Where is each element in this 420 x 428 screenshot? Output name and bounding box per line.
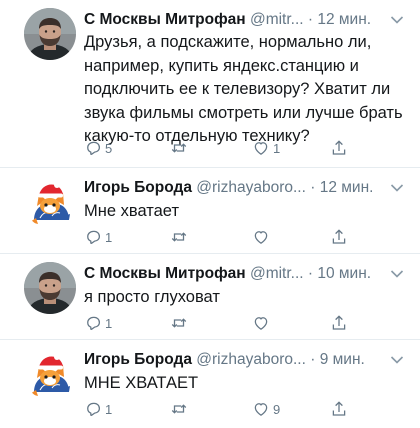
tweet-time[interactable]: · 12 мин. xyxy=(308,11,371,28)
heart-icon xyxy=(252,314,270,332)
tweet-actions: 1 xyxy=(84,312,406,334)
author-name[interactable]: Игорь Борода xyxy=(84,179,192,196)
man-photo-avatar-icon xyxy=(24,8,76,60)
avatar[interactable] xyxy=(24,176,76,228)
chevron-down-icon[interactable] xyxy=(390,182,404,194)
author-handle[interactable]: @rizhayaboro... xyxy=(196,179,306,196)
retweet-button[interactable] xyxy=(170,398,191,420)
tweet-time[interactable]: · 10 мин. xyxy=(308,265,371,282)
tweet-header: Игорь Борода @rizhayaboro... · 9 мин. xyxy=(84,350,406,370)
reply-count: 1 xyxy=(105,229,113,245)
heart-icon xyxy=(252,139,270,157)
share-button[interactable] xyxy=(330,226,348,248)
chevron-down-icon[interactable] xyxy=(390,268,404,280)
like-button[interactable]: 1 xyxy=(252,137,280,159)
tweet-time[interactable]: · 12 мин. xyxy=(310,179,373,196)
reply-button[interactable]: 1 xyxy=(84,398,112,420)
retweet-button[interactable] xyxy=(170,226,191,248)
tweet[interactable]: С Москвы Митрофан @mitr... · 10 мин. я п… xyxy=(0,254,420,340)
like-button[interactable] xyxy=(252,312,273,334)
reply-count: 1 xyxy=(105,315,113,331)
tweet[interactable]: Игорь Борода @rizhayaboro... · 12 мин. М… xyxy=(0,168,420,254)
chevron-down-icon[interactable] xyxy=(390,354,404,366)
tweet[interactable]: С Москвы Митрофан @mitr... · 12 мин. Дру… xyxy=(0,0,420,168)
reply-icon xyxy=(84,139,102,157)
christmas-fox-avatar-icon xyxy=(24,176,76,228)
share-button[interactable] xyxy=(330,137,348,159)
reply-count: 1 xyxy=(105,401,113,417)
chevron-down-icon[interactable] xyxy=(390,14,404,26)
tweet-actions: 1 xyxy=(84,226,406,248)
retweet-button[interactable] xyxy=(170,312,191,334)
tweet-text: Друзья, а подскажите, нормально ли, напр… xyxy=(84,33,403,145)
retweet-button[interactable] xyxy=(170,137,191,159)
tweet-text: Мне хватает xyxy=(84,202,179,220)
retweet-icon xyxy=(170,139,188,157)
share-icon xyxy=(330,228,348,246)
retweet-icon xyxy=(170,400,188,418)
like-count: 9 xyxy=(273,401,281,417)
christmas-fox-avatar-icon xyxy=(24,348,76,400)
reply-button[interactable]: 5 xyxy=(84,137,112,159)
author-name[interactable]: С Москвы Митрофан xyxy=(84,11,246,28)
author-handle[interactable]: @rizhayaboro... xyxy=(196,351,306,368)
reply-icon xyxy=(84,400,102,418)
tweet-header: Игорь Борода @rizhayaboro... · 12 мин. xyxy=(84,178,406,198)
reply-icon xyxy=(84,314,102,332)
like-button[interactable] xyxy=(252,226,273,248)
retweet-icon xyxy=(170,228,188,246)
author-handle[interactable]: @mitr... xyxy=(250,265,304,282)
tweet-actions: 5 1 xyxy=(84,137,406,159)
tweet[interactable]: Игорь Борода @rizhayaboro... · 9 мин. МН… xyxy=(0,340,420,428)
share-button[interactable] xyxy=(330,398,348,420)
tweet-time[interactable]: · 9 мин. xyxy=(310,351,365,368)
avatar[interactable] xyxy=(24,8,76,60)
author-name[interactable]: С Москвы Митрофан xyxy=(84,265,246,282)
tweet-text: МНЕ ХВАТАЕТ xyxy=(84,374,199,392)
tweet-actions: 1 9 xyxy=(84,398,406,420)
author-handle[interactable]: @mitr... xyxy=(250,11,304,28)
reply-count: 5 xyxy=(105,140,113,156)
author-name[interactable]: Игорь Борода xyxy=(84,351,192,368)
share-button[interactable] xyxy=(330,312,348,334)
reply-button[interactable]: 1 xyxy=(84,312,112,334)
avatar[interactable] xyxy=(24,262,76,314)
tweet-header: С Москвы Митрофан @mitr... · 12 мин. xyxy=(84,10,406,30)
reply-button[interactable]: 1 xyxy=(84,226,112,248)
tweet-header: С Москвы Митрофан @mitr... · 10 мин. xyxy=(84,264,406,284)
man-photo-avatar-icon xyxy=(24,262,76,314)
share-icon xyxy=(330,139,348,157)
reply-icon xyxy=(84,228,102,246)
avatar[interactable] xyxy=(24,348,76,400)
like-count: 1 xyxy=(273,140,281,156)
share-icon xyxy=(330,314,348,332)
heart-icon xyxy=(252,228,270,246)
retweet-icon xyxy=(170,314,188,332)
heart-icon xyxy=(252,400,270,418)
like-button[interactable]: 9 xyxy=(252,398,280,420)
tweet-text: я просто глуховат xyxy=(84,288,220,306)
share-icon xyxy=(330,400,348,418)
